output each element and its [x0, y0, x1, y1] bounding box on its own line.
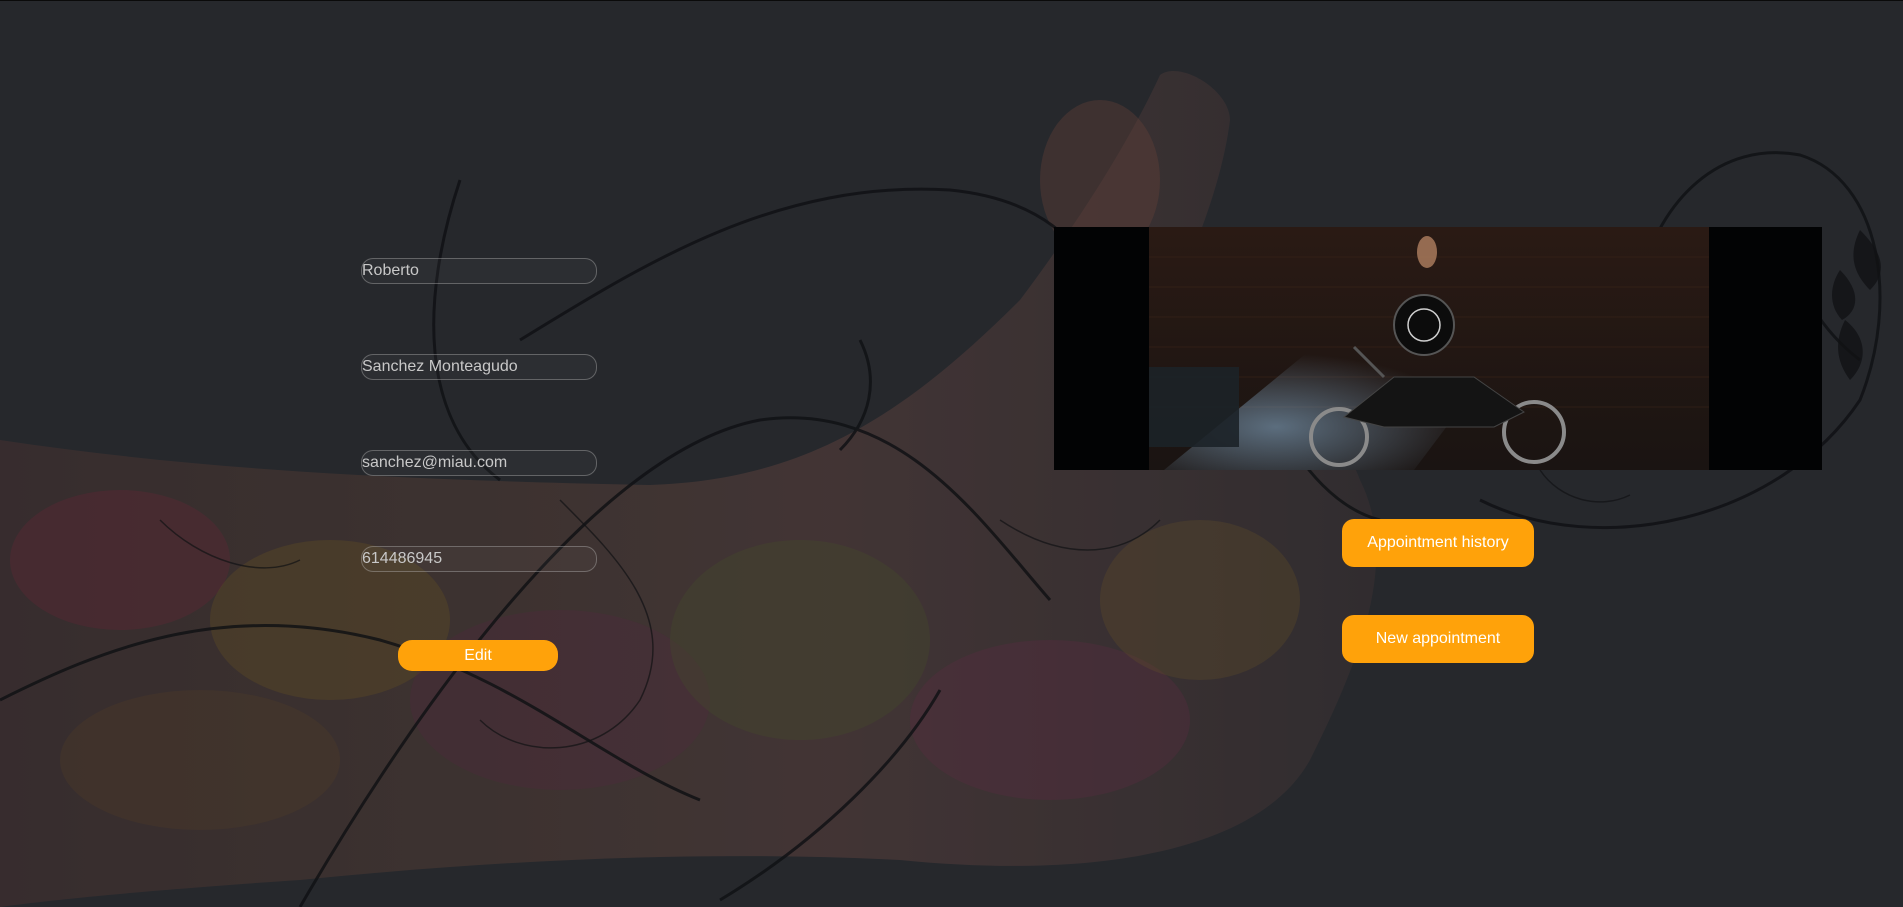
new-appointment-button[interactable]: New appointment — [1342, 615, 1534, 663]
appointment-history-button[interactable]: Appointment history — [1342, 519, 1534, 567]
email-field[interactable] — [361, 450, 597, 476]
phone-field[interactable] — [361, 546, 597, 572]
first-name-field[interactable] — [361, 258, 597, 284]
tattoo-shop-photo — [1054, 227, 1822, 470]
last-name-field[interactable] — [361, 354, 597, 380]
top-border — [0, 0, 1903, 1]
edit-button[interactable]: Edit — [398, 640, 558, 671]
